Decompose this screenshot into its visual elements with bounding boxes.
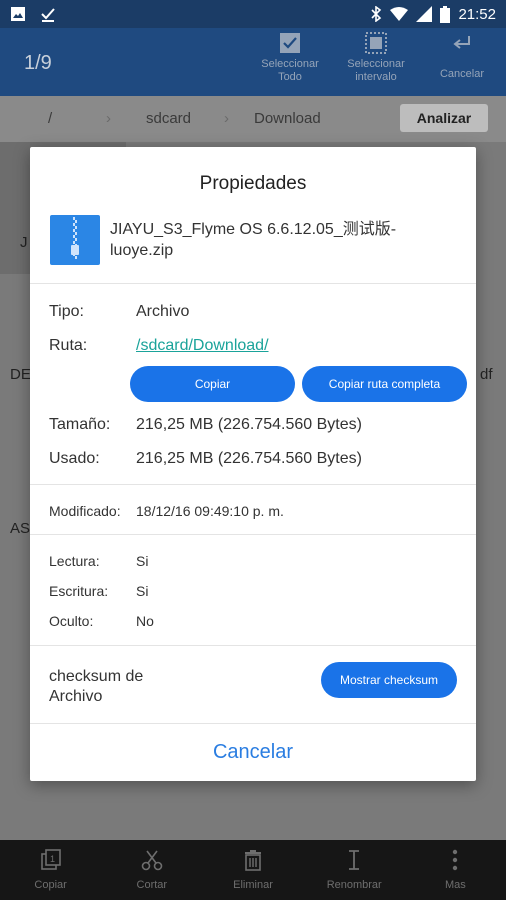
wifi-icon	[390, 7, 409, 21]
download-done-icon	[41, 8, 55, 22]
signal-icon	[416, 6, 433, 22]
path-row: Ruta: /sdcard/Download/	[49, 337, 269, 355]
range-select-icon	[365, 32, 387, 54]
file-header: JIAYU_S3_Flyme OS 6.6.12.05_测试版-luoye.zi…	[50, 215, 456, 265]
used-value: 216,25 MB (226.754.560 Bytes)	[136, 450, 362, 467]
copy-button[interactable]: Copiar	[130, 366, 295, 402]
read-row: Lectura: Si	[49, 553, 148, 569]
size-label: Tamaño:	[49, 416, 111, 433]
copy-full-path-button[interactable]: Copiar ruta completa	[302, 366, 467, 402]
hidden-label: Oculto:	[49, 613, 94, 629]
more-action[interactable]: Mas	[405, 840, 506, 900]
cut-action[interactable]: Cortar	[101, 840, 202, 900]
analyze-button[interactable]: Analizar	[400, 104, 488, 132]
type-row: Tipo: Archivo	[49, 303, 189, 321]
cancel-selection-button[interactable]: Cancelar	[424, 32, 500, 81]
type-value: Archivo	[136, 303, 190, 320]
trash-icon	[245, 850, 261, 871]
divider	[30, 534, 476, 535]
size-row: Tamaño: 216,25 MB (226.754.560 Bytes)	[49, 416, 362, 434]
write-label: Escritura:	[49, 583, 109, 599]
delete-action[interactable]: Eliminar	[202, 840, 303, 900]
checksum-label: checksum de Archivo	[49, 668, 144, 705]
list-item[interactable]: J	[20, 234, 28, 251]
file-name: JIAYU_S3_Flyme OS 6.6.12.05_测试版-luoye.zi…	[110, 221, 397, 259]
scissors-icon	[141, 850, 163, 871]
select-range-button[interactable]: Seleccionar intervalo	[338, 32, 414, 84]
status-bar: 21:52	[0, 0, 506, 28]
hidden-row: Oculto: No	[49, 613, 154, 629]
copy-icon: 1	[40, 849, 61, 870]
bottom-action-bar: 1 Copiar Cortar Eliminar Renombrar Mas	[0, 840, 506, 900]
list-item[interactable]: DE	[10, 366, 31, 383]
checkbox-icon	[280, 33, 300, 53]
size-value: 216,25 MB (226.754.560 Bytes)	[136, 416, 362, 433]
zip-file-icon	[50, 215, 100, 265]
rename-action[interactable]: Renombrar	[304, 840, 405, 900]
used-row: Usado: 216,25 MB (226.754.560 Bytes)	[49, 450, 362, 468]
list-item[interactable]: AS	[10, 520, 30, 537]
modified-value: 18/12/16 09:49:10 p. m.	[136, 503, 284, 519]
return-icon	[453, 36, 470, 49]
select-all-button[interactable]: Seleccionar Todo	[252, 32, 328, 84]
breadcrumb-download[interactable]: Download	[254, 110, 321, 127]
chevron-right-icon: ›	[106, 110, 111, 127]
cancel-button[interactable]: Cancelar	[30, 741, 476, 764]
clock: 21:52	[458, 5, 496, 23]
bluetooth-icon	[371, 6, 382, 22]
show-checksum-button[interactable]: Mostrar checksum	[321, 662, 457, 698]
path-link[interactable]: /sdcard/Download/	[136, 337, 269, 355]
read-label: Lectura:	[49, 553, 100, 569]
selection-counter: 1/9	[24, 52, 52, 74]
properties-dialog: Propiedades JIAYU_S3_Flyme OS 6.6.12.05_…	[30, 147, 476, 781]
svg-text:1: 1	[50, 854, 55, 864]
type-label: Tipo:	[49, 303, 84, 320]
more-vertical-icon	[453, 849, 458, 871]
battery-icon	[440, 5, 451, 23]
dialog-title: Propiedades	[199, 173, 307, 194]
divider	[30, 645, 476, 646]
chevron-right-icon: ›	[224, 110, 229, 127]
modified-row: Modificado: 18/12/16 09:49:10 p. m.	[49, 503, 284, 519]
read-value: Si	[136, 553, 149, 569]
divider	[30, 283, 476, 284]
breadcrumb-root[interactable]: /	[48, 110, 52, 127]
write-value: Si	[136, 583, 149, 599]
hidden-value: No	[136, 613, 154, 629]
divider	[30, 484, 476, 485]
path-breadcrumb: / › sdcard › Download Analizar	[0, 96, 506, 142]
write-row: Escritura: Si	[49, 583, 148, 599]
modified-label: Modificado:	[49, 503, 121, 519]
breadcrumb-sdcard[interactable]: sdcard	[146, 110, 191, 127]
divider	[30, 723, 476, 724]
used-label: Usado:	[49, 450, 100, 467]
text-cursor-icon	[349, 850, 360, 870]
image-icon	[11, 7, 25, 21]
copy-action[interactable]: 1 Copiar	[0, 840, 101, 900]
path-label: Ruta:	[49, 337, 88, 354]
selection-toolbar: 1/9 Seleccionar Todo Seleccionar interva…	[0, 28, 506, 96]
list-item[interactable]: df	[480, 366, 493, 383]
